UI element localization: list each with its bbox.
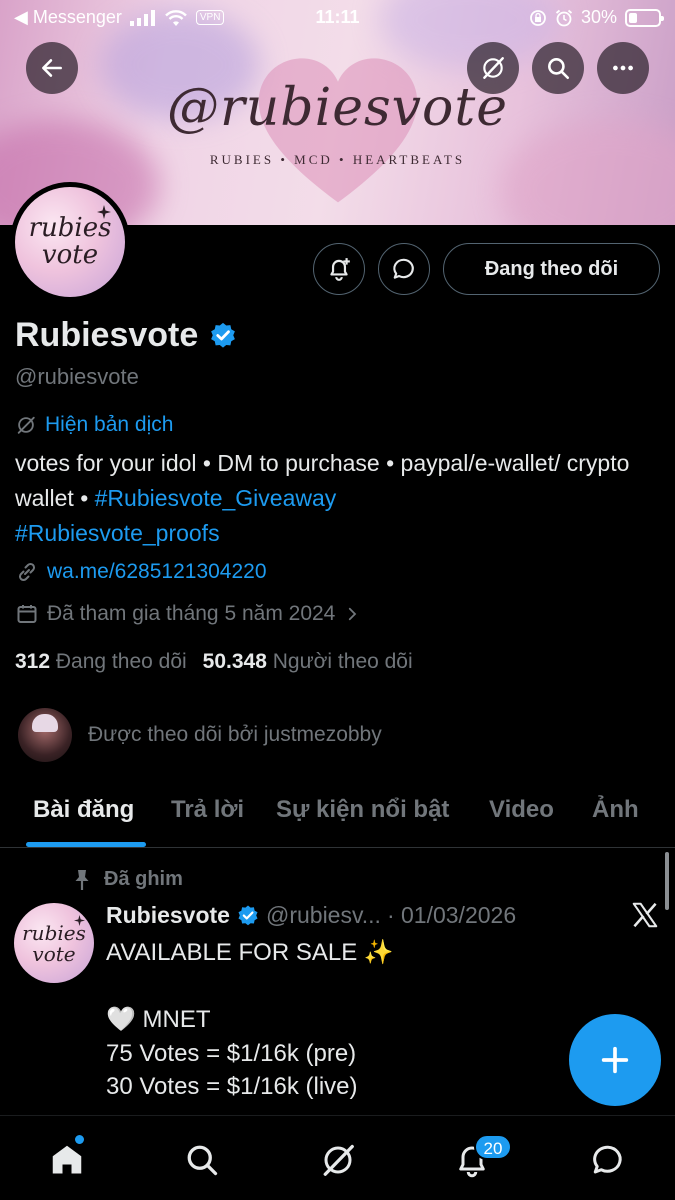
more-dots-icon [613,65,633,71]
show-translation-link[interactable]: Hiện bản dịch [15,413,173,437]
chevron-right-icon [349,607,357,621]
pinned-label: Đã ghim [104,868,183,890]
notifications-badge: 20 [474,1134,512,1160]
mutual-follower-avatar [18,708,72,762]
pin-icon [75,869,89,890]
translate-label: Hiện bản dịch [45,413,174,436]
more-options-button[interactable] [597,42,649,94]
bottom-navigation [0,1115,675,1200]
search-button[interactable] [532,42,584,94]
follow-stats: 312 Đang theo dõi 50.348 Người theo dõi [15,650,413,674]
grok-translate-icon [17,416,35,434]
following-label: Đang theo dõi [55,650,187,673]
tweet-author-avatar[interactable]: rubies vote [14,903,94,983]
followers-stat[interactable]: 50.348 Người theo dõi [203,650,413,674]
followers-label: Người theo dõi [272,650,413,673]
compose-post-button[interactable] [569,1014,661,1106]
verified-badge-icon [238,905,258,925]
back-button[interactable] [26,42,78,94]
tweet-author-name[interactable]: Rubiesvote [106,902,230,929]
verified-badge-icon[interactable] [208,321,238,351]
profile-website[interactable]: wa.me/6285121304220 [15,560,267,584]
followers-count: 50.348 [202,650,267,673]
profile-avatar[interactable]: rubies vote [10,182,130,302]
nav-home[interactable] [47,1140,87,1180]
bell-plus-icon [330,258,350,281]
alarm-icon [555,9,573,26]
join-date-row[interactable]: Đã tham gia tháng 5 năm 2024 [15,602,361,626]
plus-icon [601,1046,629,1074]
battery-percent: 30% [580,7,617,27]
followed-by-text: Được theo dõi bởi justmezobby [88,723,382,746]
profile-handle: @rubiesvote [15,364,139,389]
profile-name: Rubiesvote [15,316,199,354]
tweet-avatar-line1: rubies [22,921,86,945]
followed-by-row[interactable]: Được theo dõi bởi justmezobby [18,708,382,762]
sparkle-icon [74,915,85,926]
profile-bio: votes for your idol • DM to purchase • p… [15,446,665,551]
nav-search[interactable] [182,1140,222,1180]
pinned-indicator: Đã ghim [72,868,183,891]
nav-grok[interactable] [318,1140,358,1180]
scrollbar[interactable] [665,852,669,910]
website-link[interactable]: wa.me/6285121304220 [47,560,267,584]
active-tab-indicator [26,842,146,847]
calendar-icon [17,605,37,623]
message-button[interactable] [378,243,430,295]
hashtag-proofs[interactable]: #Rubiesvote_proofs [15,520,220,546]
grok-icon [483,57,504,79]
tweet-author-handle: @rubiesv... [265,902,381,928]
grok-button[interactable] [467,42,519,94]
profile-tabs: Bài đăng Trả lời Sự kiện nổi bật Video Ả… [0,780,675,848]
following-count: 312 [15,650,51,673]
profile-name-row: Rubiesvote [15,316,238,355]
tweet-text[interactable]: AVAILABLE FOR SALE ✨ 🤍 MNET 75 Votes = $… [106,936,394,1104]
home-unread-dot [75,1135,84,1144]
link-icon [18,562,36,582]
tweet-avatar-line2: vote [32,942,76,966]
tab-photos[interactable]: Ảnh [592,796,639,824]
following-button[interactable]: Đang theo dõi [443,243,660,295]
orientation-lock-icon [530,9,546,26]
arrow-left-icon [42,59,62,77]
x-logo-icon[interactable] [630,900,660,930]
message-icon [593,1145,622,1174]
battery-icon [625,8,664,27]
tweet-header: Rubiesvote @rubiesv... · 01/03/2026 [106,902,516,929]
banner-subtitle: RUBIES • MCD • HEARTBEATS [209,152,466,167]
search-icon [548,58,570,80]
grok-icon [323,1144,354,1176]
message-icon [393,258,414,279]
notify-button[interactable] [313,243,365,295]
tab-posts[interactable]: Bài đăng [33,796,134,824]
nav-messages[interactable] [588,1140,628,1180]
tab-highlights[interactable]: Sự kiện nổi bật [276,796,449,824]
avatar-text-line1: rubies [28,213,112,243]
hashtag-giveaway[interactable]: #Rubiesvote_Giveaway [95,485,337,511]
following-stat[interactable]: 312 Đang theo dõi [15,650,187,674]
tab-replies[interactable]: Trả lời [171,796,244,824]
home-icon [52,1145,82,1174]
sparkle-icon [97,205,111,219]
search-icon [187,1145,218,1176]
avatar-text-line2: vote [41,240,99,270]
tab-video[interactable]: Video [489,796,554,824]
tweet-date: · 01/03/2026 [386,902,517,928]
join-date: Đã tham gia tháng 5 năm 2024 [47,602,336,625]
status-bar: ◀ Messenger VPN 11:11 30% [0,0,675,36]
